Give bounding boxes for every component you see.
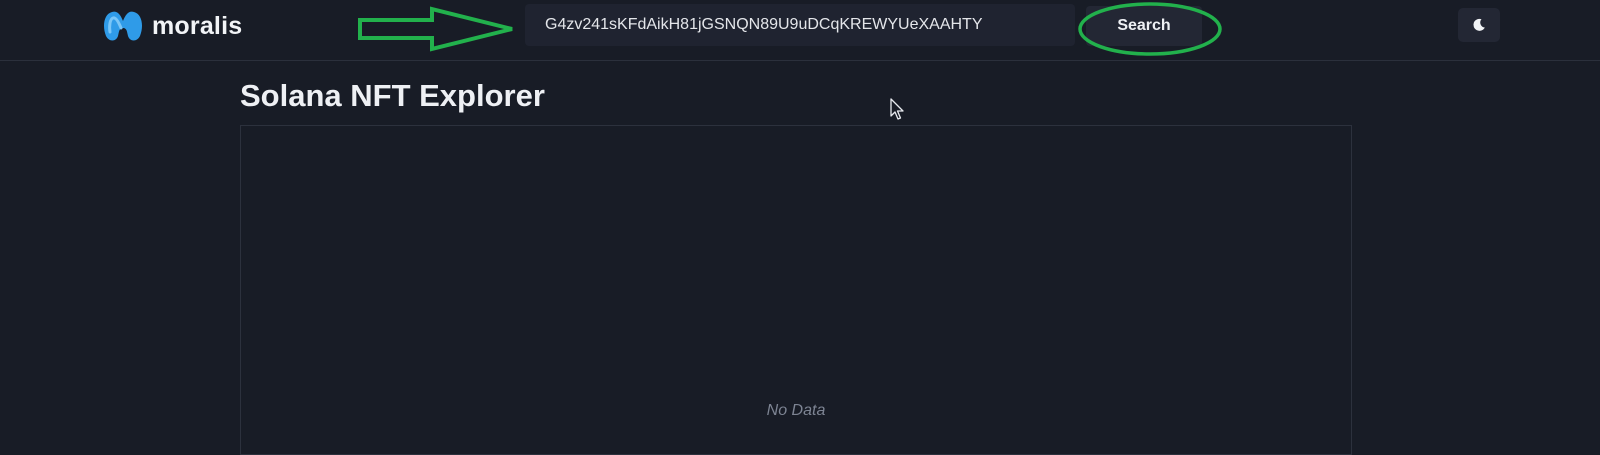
brand-name: moralis — [152, 11, 243, 40]
moralis-logo[interactable]: moralis — [100, 6, 242, 46]
page-title: Solana NFT Explorer — [240, 78, 545, 113]
moralis-logo-icon — [104, 11, 142, 41]
search-button[interactable]: Search — [1086, 6, 1202, 46]
top-navbar: moralis Search — [0, 0, 1600, 61]
arrow-annotation-icon — [358, 6, 513, 52]
nft-results-table: No Data — [240, 125, 1352, 455]
theme-toggle-button[interactable] — [1458, 8, 1500, 42]
mouse-cursor-icon — [890, 98, 904, 120]
empty-state-text: No Data — [766, 402, 826, 419]
search-input[interactable] — [525, 4, 1075, 46]
moon-icon — [1473, 18, 1485, 31]
